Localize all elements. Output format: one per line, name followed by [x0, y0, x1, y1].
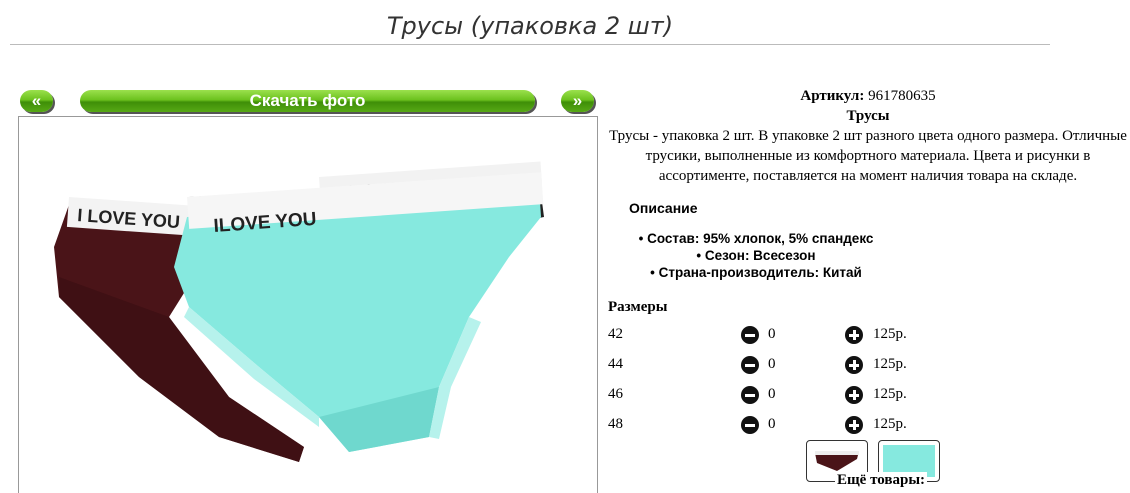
price-value: 125р. — [873, 326, 907, 342]
sizes-heading: Размеры — [608, 299, 668, 315]
quantity-value: 0 — [768, 356, 776, 372]
size-value: 42 — [608, 326, 623, 342]
more-products-label: Ещё товары: — [835, 472, 928, 489]
minus-icon[interactable] — [741, 326, 759, 344]
page-title: Трусы (упаковка 2 шт) — [386, 12, 674, 40]
description-heading: Описание — [629, 200, 698, 216]
size-value: 48 — [608, 416, 623, 432]
feature-item: Сезон: Всесезон — [606, 247, 906, 264]
plus-icon[interactable] — [845, 326, 863, 344]
price-value: 125р. — [873, 416, 907, 432]
size-value: 44 — [608, 356, 623, 372]
feature-item: Страна-производитель: Китай — [606, 264, 906, 281]
size-row: 44 0 125р. — [608, 356, 1028, 376]
quantity-value: 0 — [768, 326, 776, 342]
quantity-value: 0 — [768, 416, 776, 432]
title-divider — [10, 44, 1050, 45]
sku-label: Артикул: — [800, 88, 865, 104]
size-row: 42 0 125р. — [608, 326, 1028, 346]
price-value: 125р. — [873, 356, 907, 372]
size-value: 46 — [608, 386, 623, 402]
minus-icon[interactable] — [741, 356, 759, 374]
product-photo-frame: ILOVE YOU I LOVE YOU ILOVE YOU — [18, 116, 598, 493]
product-photo: ILOVE YOU I LOVE YOU ILOVE YOU — [54, 161, 544, 462]
size-row: 46 0 125р. — [608, 386, 1028, 406]
price-value: 125р. — [873, 386, 907, 402]
quantity-value: 0 — [768, 386, 776, 402]
product-name: Трусы — [846, 108, 890, 124]
product-info: Артикул: 961780635 Трусы Трусы - упаковк… — [606, 86, 1130, 186]
plus-icon[interactable] — [845, 386, 863, 404]
plus-icon[interactable] — [845, 356, 863, 374]
feature-list: Состав: 95% хлопок, 5% спандекс Сезон: В… — [606, 230, 906, 281]
sku-value: 961780635 — [868, 88, 936, 104]
plus-icon[interactable] — [845, 416, 863, 434]
prev-photo-button[interactable]: « — [20, 90, 53, 112]
download-photo-button[interactable]: Скачать фото — [80, 90, 535, 112]
next-photo-button[interactable]: » — [561, 90, 594, 112]
minus-icon[interactable] — [741, 386, 759, 404]
minus-icon[interactable] — [741, 416, 759, 434]
product-description: Трусы - упаковка 2 шт. В упаковке 2 шт р… — [609, 128, 1127, 184]
feature-item: Состав: 95% хлопок, 5% спандекс — [606, 230, 906, 247]
size-row: 48 0 125р. — [608, 416, 1028, 436]
